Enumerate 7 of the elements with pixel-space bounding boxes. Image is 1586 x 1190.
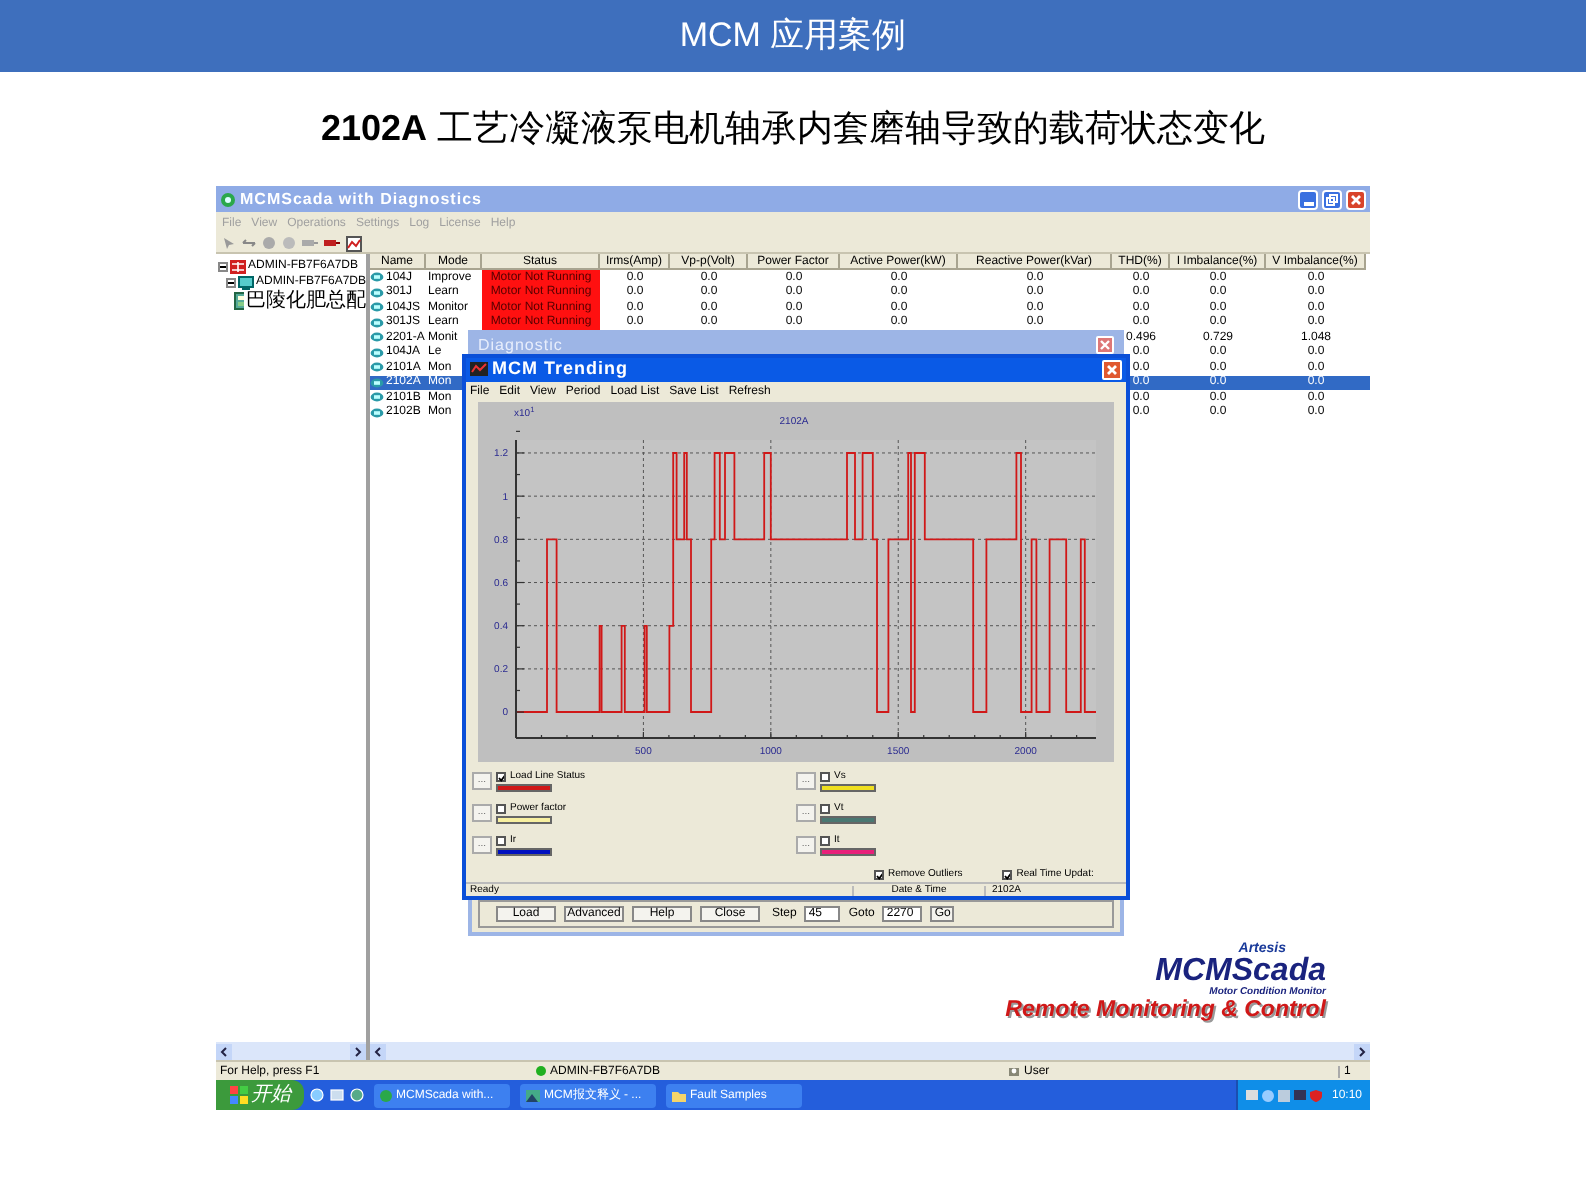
- window-title: Diagnostic: [478, 337, 565, 353]
- logo-product: MCMScada: [1155, 955, 1326, 987]
- slide-subtitle: 2102A 工艺冷凝液泵电机轴承内套磨轴导致的载荷状态变化: [320, 106, 1266, 152]
- window-title: MCMScada with Diagnostics: [240, 191, 484, 207]
- logo-slogan: Remote Monitoring & Control: [1005, 999, 1326, 1022]
- window-title: MCM Trending: [492, 360, 630, 379]
- slide-title: MCM 应用案例: [679, 14, 907, 59]
